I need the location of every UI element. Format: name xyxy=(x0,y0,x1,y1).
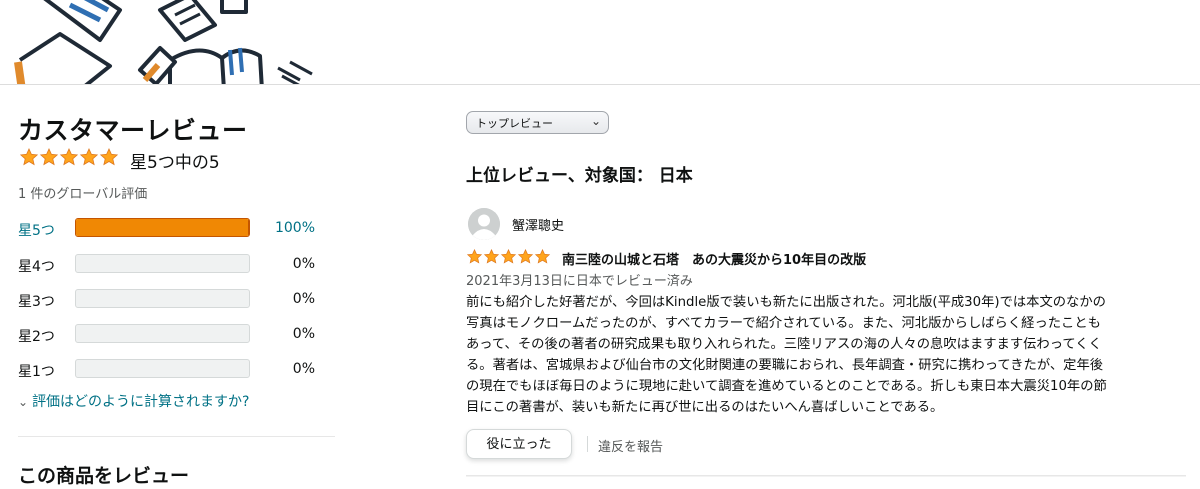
histogram-label: 星2つ xyxy=(18,329,55,345)
histogram-percent: 0% xyxy=(292,291,315,307)
sort-dropdown[interactable]: トップレビュー ⌄ xyxy=(466,111,609,134)
histogram-percent: 0% xyxy=(292,326,315,342)
histogram-percent: 100% xyxy=(274,220,315,236)
review-date: 2021年3月13日に日本でレビュー済み xyxy=(466,274,693,289)
histogram-bar xyxy=(75,254,250,273)
histogram-row-2-star: 星2つ 0% xyxy=(18,324,338,346)
review-body-line: 写真はモノクロームだったのが、すべてカラーで紹介されている。また、河北版からしば… xyxy=(466,316,1101,331)
review-divider-shadow xyxy=(466,476,1186,477)
histogram-label: 星4つ xyxy=(18,259,55,275)
review-body-line: の現在でもほぼ毎日のように現地に赴いて調査を進めているとのことである。折しも東日… xyxy=(466,379,1107,394)
review-body: 前にも紹介した好著だが、今回はKindle版で装いも新たに出版された。河北版(平… xyxy=(466,292,1178,418)
left-divider xyxy=(18,436,335,437)
histogram-row-3-star: 星3つ 0% xyxy=(18,289,338,311)
top-reviews-heading: 上位レビュー、対象国： 日本 xyxy=(466,166,693,186)
customer-reviews-title: カスタマーレビュー xyxy=(18,116,248,145)
helpful-button[interactable]: 役に立った xyxy=(466,429,572,459)
review-body-line: 目にこの著書が、装いも新たに再び世に出るのはたいへん喜ばしいことである。 xyxy=(466,400,944,415)
how-ratings-calculated-link[interactable]: ⌄ 評価はどのように計算されますか? xyxy=(18,391,250,411)
average-rating-stars xyxy=(19,148,120,170)
books-illustration-icon xyxy=(14,0,313,85)
average-rating-text: 星5つ中の5 xyxy=(130,153,220,173)
banner-divider xyxy=(0,84,1200,85)
avatar[interactable] xyxy=(468,208,500,240)
sort-selected-value: トップレビュー xyxy=(476,117,553,130)
chevron-down-icon: ⌄ xyxy=(18,395,29,409)
histogram-percent: 0% xyxy=(292,361,315,377)
histogram-label: 星1つ xyxy=(18,364,55,380)
global-ratings-count: 1 件のグローバル評価 xyxy=(18,187,148,202)
histogram-percent: 0% xyxy=(292,256,315,272)
histogram-bar xyxy=(75,324,250,343)
five-stars-icon xyxy=(466,248,551,264)
review-body-line: る。著者は、宮城県および仙台市の文化財関連の要職におられ、長年調査・研究に携わっ… xyxy=(466,358,1104,373)
decorative-banner xyxy=(0,0,1200,85)
histogram-bar xyxy=(75,289,250,308)
review-rating-stars[interactable] xyxy=(466,248,551,268)
review-this-product-heading: この商品をレビュー xyxy=(18,465,190,487)
how-ratings-calculated-label: 評価はどのように計算されますか? xyxy=(32,394,250,410)
divider xyxy=(587,436,588,452)
customer-reviews-page: カスタマーレビュー 星5つ中の5 1 件のグローバル評価 星5つ 100% 星4… xyxy=(0,0,1200,489)
histogram-row-4-star: 星4つ 0% xyxy=(18,254,338,276)
histogram-row-5-star[interactable]: 星5つ 100% xyxy=(18,218,338,240)
five-stars-icon xyxy=(19,148,119,166)
histogram-bar-fill xyxy=(76,219,249,236)
review-body-line: 前にも紹介した好著だが、今回はKindle版で装いも新たに出版された。河北版(平… xyxy=(466,295,1106,310)
chevron-down-icon: ⌄ xyxy=(590,114,601,128)
histogram-row-1-star: 星1つ 0% xyxy=(18,359,338,381)
reviewer-name[interactable]: 蟹澤聰史 xyxy=(512,215,564,234)
report-abuse-link[interactable]: 違反を報告 xyxy=(598,436,663,455)
histogram-bar xyxy=(75,359,250,378)
review-title[interactable]: 南三陸の山城と石塔 あの大震災から10年目の改版 xyxy=(562,249,866,268)
histogram-bar xyxy=(75,218,250,237)
histogram-label: 星5つ xyxy=(18,223,55,239)
histogram-label: 星3つ xyxy=(18,294,55,310)
review-body-line: あって、その後の著者の研究成果も取り入れられた。三陸リアスの海の人々の息吹はます… xyxy=(466,337,1102,352)
user-icon xyxy=(468,208,500,240)
